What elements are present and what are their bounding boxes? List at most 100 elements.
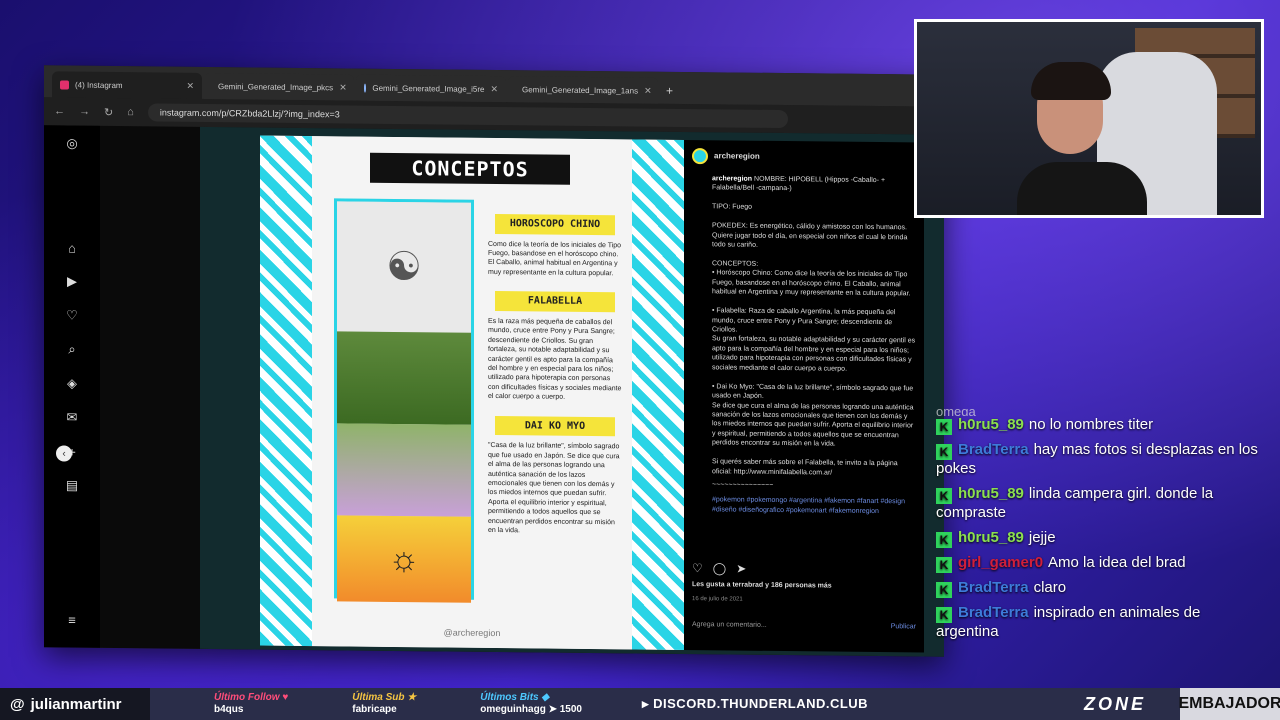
last-bits-label: Últimos Bits ◆ bbox=[480, 692, 550, 703]
chat-username: BradTerra bbox=[958, 441, 1029, 458]
chat-text: claro bbox=[1033, 578, 1067, 596]
concept-sheet: CONCEPTOS ☯ ☼ HOROSCOPO CHINO Como dice … bbox=[312, 136, 632, 650]
last-sub: Última Sub ★ fabricape bbox=[352, 692, 416, 716]
discord-link: ▸ DISCORD.THUNDERLAND.CLUB bbox=[642, 696, 869, 711]
chat-username: h0ru5_89 bbox=[958, 528, 1024, 546]
instagram-page: ◎ ⌂ ▶ ♡ ⌕ ◈ ✉ + ▤ ≡ CONCEPTOS ☯ ☼ HOROSC… bbox=[44, 125, 944, 657]
chat-list: Kh0ru5_89 no lo nombres titer K BradTerra ha… bbox=[936, 416, 1266, 641]
streamer-hair bbox=[1031, 62, 1111, 100]
chat-username: BradTerra bbox=[958, 603, 1029, 621]
share-icon[interactable]: ➤ bbox=[736, 561, 746, 577]
kick-badge-icon: K bbox=[936, 606, 952, 623]
publish-button[interactable]: Publicar bbox=[891, 622, 916, 632]
chat-message: Kh0ru5_89 no lo nombres titer bbox=[936, 416, 1266, 435]
streamer-body bbox=[1017, 162, 1147, 215]
last-bits-value: omeguinhagg ➤ 1500 bbox=[480, 704, 582, 715]
zone-logo: ZONE bbox=[1083, 693, 1146, 714]
messages-icon[interactable]: ✉ bbox=[64, 409, 80, 425]
section-heading: HOROSCOPO CHINO bbox=[495, 214, 615, 235]
tab-label: (4) Instagram bbox=[75, 80, 123, 90]
post-actions: ♡ ◯ ➤ bbox=[692, 560, 746, 577]
tab-gemini-3[interactable]: Gemini_Generated_Image_1ans ✕ bbox=[508, 76, 658, 104]
chat-message: K BradTerra claro bbox=[936, 579, 1266, 598]
section-text: Es la raza más pequeña de caballos del m… bbox=[488, 317, 622, 401]
back-icon[interactable]: ← bbox=[54, 105, 65, 117]
kick-badge-icon: K bbox=[936, 531, 952, 548]
caption-username[interactable]: archeregion bbox=[712, 175, 752, 182]
chat-text: no lo nombres titer bbox=[1028, 416, 1154, 433]
star-icon: ★ bbox=[407, 692, 417, 703]
last-follow-label: Último Follow ♥ bbox=[214, 692, 289, 703]
close-icon[interactable]: ✕ bbox=[339, 82, 347, 93]
like-icon[interactable]: ♡ bbox=[692, 560, 703, 576]
kick-badge-icon: K bbox=[936, 556, 952, 573]
section-text: "Casa de la luz brillante", símbolo sagr… bbox=[488, 442, 620, 535]
caption-text: NOMBRE: HIPOBELL (Hippos -Caballo- + Fal… bbox=[712, 175, 916, 477]
post-caption: archeregion NOMBRE: HIPOBELL (Hippos -Ca… bbox=[692, 174, 916, 478]
chat-username: h0ru5_89 bbox=[958, 416, 1024, 433]
reels-icon[interactable]: ▶ bbox=[64, 273, 80, 289]
chat-username: girl_gamer0 bbox=[958, 553, 1044, 571]
tab-gemini-1[interactable]: Gemini_Generated_Image_pkcs ✕ bbox=[204, 72, 354, 101]
handle-text: julianmartinr bbox=[30, 695, 122, 713]
sheet-credit: @archeregion bbox=[443, 627, 501, 639]
chat-message: K BradTerra hay mas fotos si desplazas en … bbox=[936, 441, 1266, 479]
forward-icon[interactable]: → bbox=[79, 106, 90, 118]
threads-icon: @ bbox=[10, 695, 25, 713]
kick-badge-icon: K bbox=[936, 444, 952, 460]
image-column: ☯ ☼ bbox=[334, 198, 474, 603]
instagram-logo-icon[interactable]: ◎ bbox=[64, 135, 80, 151]
section-heading: FALABELLA bbox=[495, 291, 615, 313]
kick-badge-icon: K bbox=[936, 487, 952, 504]
home-icon[interactable]: ⌂ bbox=[127, 106, 134, 118]
notifications-icon[interactable]: ♡ bbox=[64, 307, 80, 323]
prev-image-button[interactable]: ‹ bbox=[56, 445, 72, 462]
caption-separator: ~~~~~~~~~~~~~~~ bbox=[712, 481, 774, 489]
border-pattern-right bbox=[632, 139, 684, 650]
dashboard-icon[interactable]: ▤ bbox=[64, 477, 80, 493]
border-pattern-left bbox=[260, 135, 312, 647]
zodiac-wheel-image: ☯ bbox=[337, 201, 471, 333]
falabella-photo-1 bbox=[337, 331, 471, 425]
new-tab-button[interactable]: + bbox=[666, 84, 673, 98]
sheet-title: CONCEPTOS bbox=[370, 152, 570, 185]
text-column: HOROSCOPO CHINO Como dice la teoría de l… bbox=[480, 200, 630, 602]
ambassador-badge: EMBAJADOR bbox=[1178, 688, 1280, 720]
instagram-sidebar: ◎ ⌂ ▶ ♡ ⌕ ◈ ✉ + ▤ ≡ bbox=[44, 125, 100, 648]
reload-icon[interactable]: ↻ bbox=[104, 105, 113, 118]
chat-text: jejje bbox=[1028, 528, 1056, 546]
heart-icon: ♥ bbox=[282, 692, 289, 703]
search-icon[interactable]: ⌕ bbox=[64, 341, 80, 357]
tab-label: Gemini_Generated_Image_i5re bbox=[372, 83, 485, 94]
tab-gemini-2[interactable]: Gemini_Generated_Image_i5re ✕ bbox=[356, 74, 506, 103]
post-image: CONCEPTOS ☯ ☼ HOROSCOPO CHINO Como dice … bbox=[260, 135, 684, 650]
likes-count[interactable]: Les gusta a terrabrad y 186 personas más bbox=[692, 580, 832, 591]
streamer-handle: @ julianmartinr bbox=[0, 688, 150, 720]
falabella-photo-2 bbox=[337, 423, 471, 517]
comment-input[interactable]: Agrega un comentario... bbox=[692, 620, 767, 630]
tab-label: Gemini_Generated_Image_pkcs bbox=[218, 81, 334, 92]
chat-message: Kgirl_gamer0 Amo la idea del brad bbox=[936, 554, 1266, 573]
menu-icon[interactable]: ≡ bbox=[64, 611, 80, 627]
avatar[interactable] bbox=[692, 148, 708, 165]
comment-icon[interactable]: ◯ bbox=[713, 560, 726, 576]
last-follow-value: b4qus bbox=[214, 704, 244, 715]
explore-icon[interactable]: ◈ bbox=[64, 375, 80, 391]
close-icon[interactable]: ✕ bbox=[186, 80, 194, 91]
tab-label: Gemini_Generated_Image_1ans bbox=[522, 84, 639, 96]
kick-badge-icon: K bbox=[936, 581, 952, 598]
chat-username: BradTerra bbox=[958, 578, 1029, 596]
tab-instagram[interactable]: (4) Instagram ✕ bbox=[52, 71, 202, 99]
chat-message: Kh0ru5_89 linda campera girl. donde la co… bbox=[936, 485, 1266, 523]
close-icon[interactable]: ✕ bbox=[490, 83, 498, 94]
post-date: 16 de julio de 2021 bbox=[692, 596, 743, 603]
dai-ko-myo-symbol: ☼ bbox=[337, 515, 471, 603]
post-hashtags[interactable]: #pokemon #pokemongo #argentina #fakemon … bbox=[692, 496, 916, 517]
home-nav-icon[interactable]: ⌂ bbox=[64, 239, 80, 255]
url-field[interactable]: instagram.com/p/CRZbda2Llzj/?img_index=3 bbox=[147, 103, 788, 129]
close-icon[interactable]: ✕ bbox=[644, 85, 652, 96]
streamer bbox=[1017, 62, 1147, 215]
last-bits: Últimos Bits ◆ omeguinhagg ➤ 1500 bbox=[480, 692, 582, 716]
post-username[interactable]: archeregion bbox=[714, 151, 760, 162]
image-icon bbox=[364, 83, 367, 93]
